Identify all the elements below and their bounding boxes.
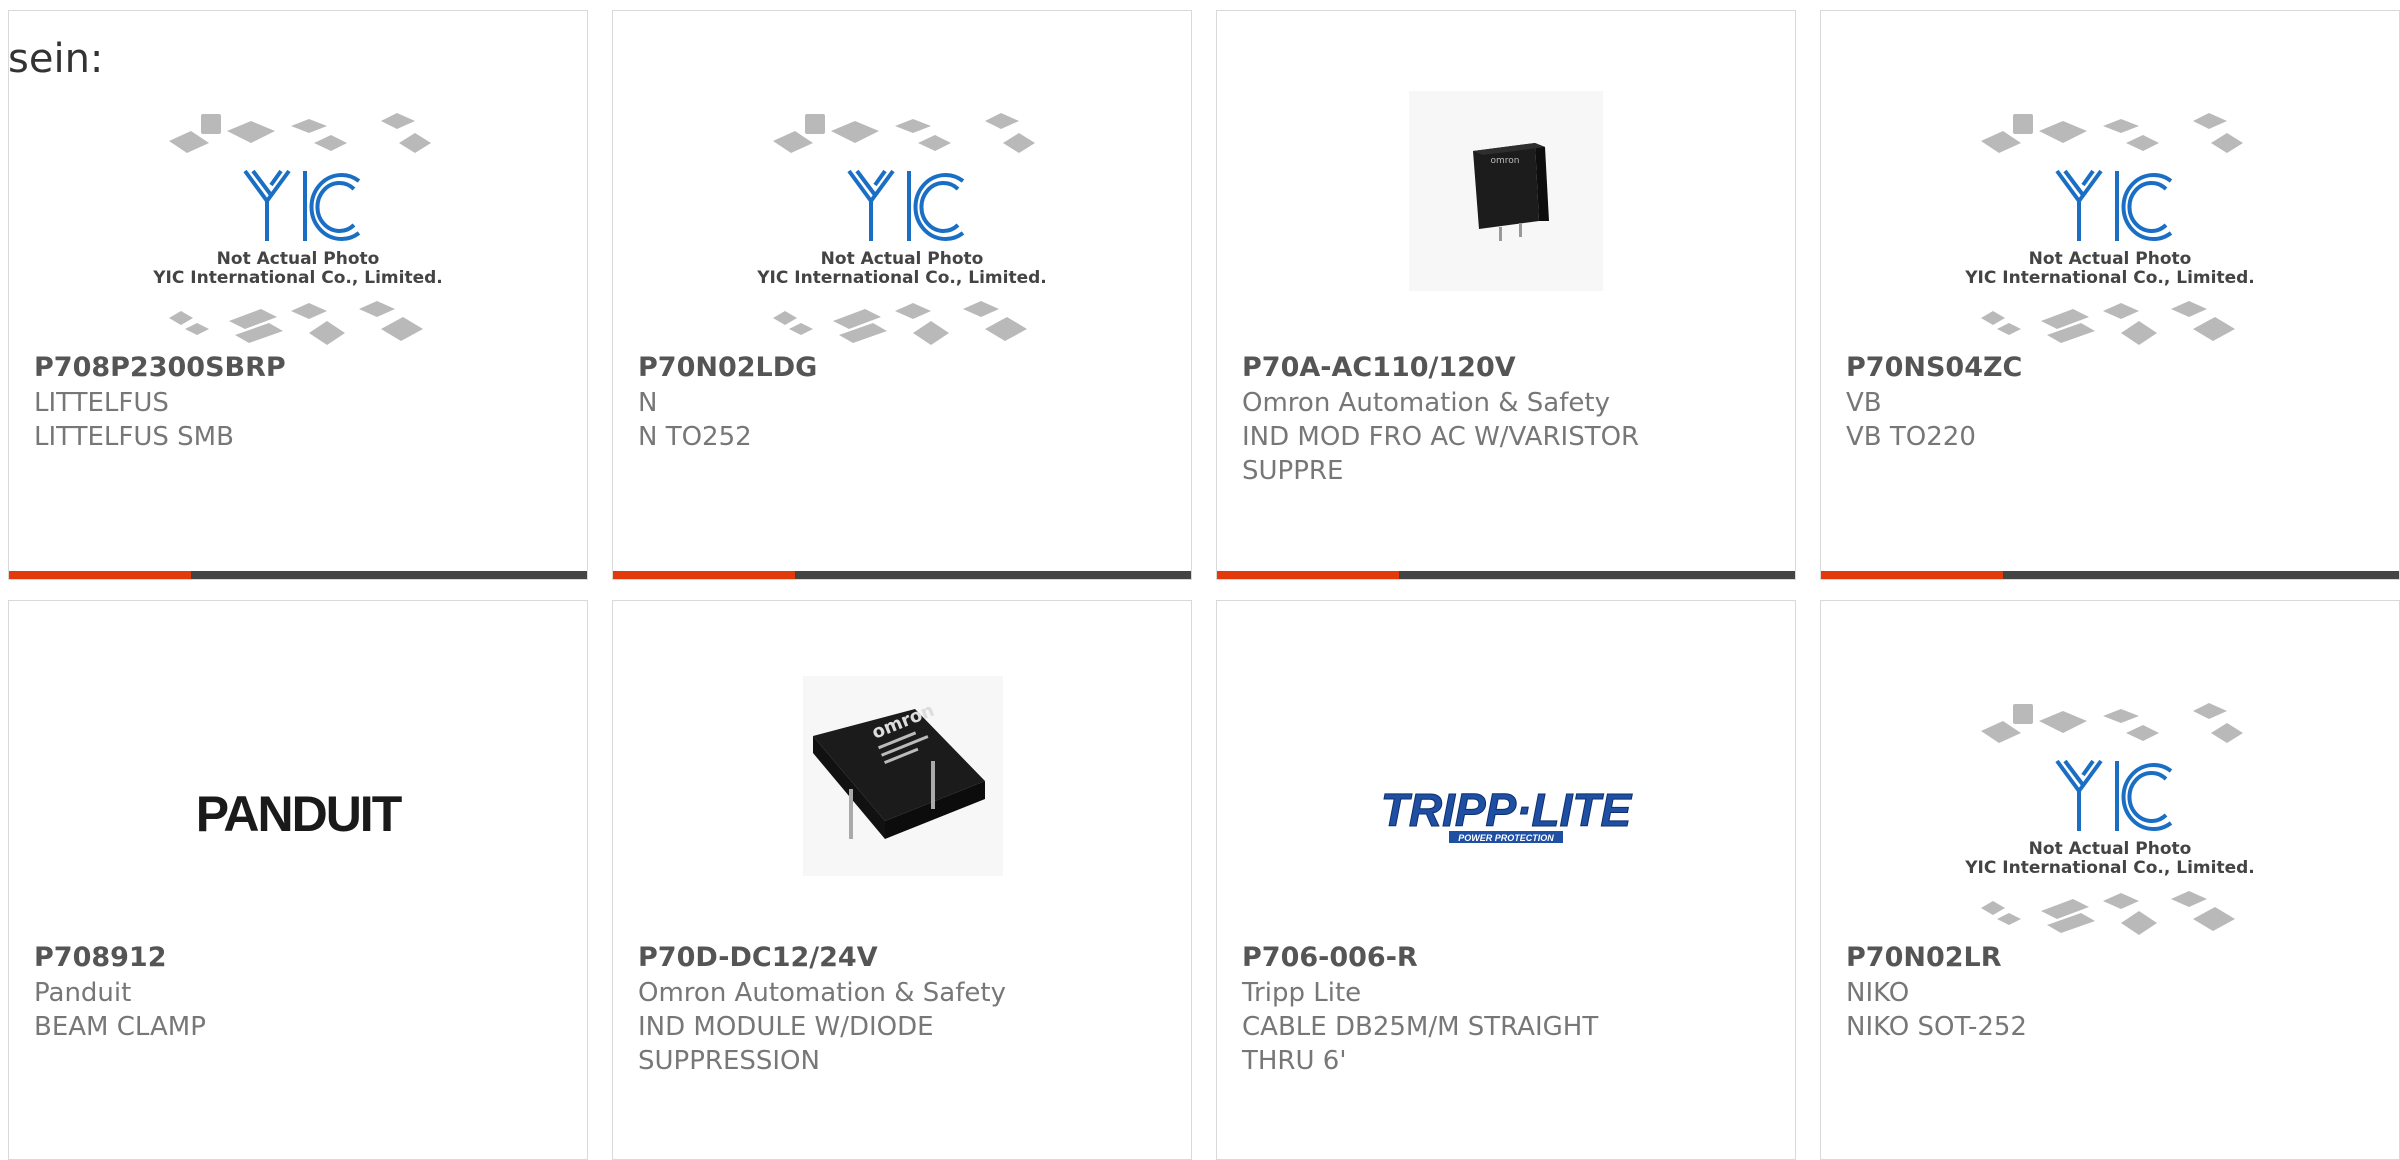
product-card[interactable]: TRIPP·LITE POWER PROTECTION P706-006-R T… <box>1216 600 1796 1160</box>
product-image[interactable]: Not Actual Photo YIC International Co., … <box>1821 71 2399 351</box>
product-card[interactable]: Not Actual Photo YIC International Co., … <box>1820 600 2400 1160</box>
manufacturer: LITTELFUS <box>34 388 169 418</box>
yic-placeholder-image: Not Actual Photo YIC International Co., … <box>1964 703 2255 935</box>
placeholder-caption-2: YIC International Co., Limited. <box>1964 268 2255 288</box>
panduit-logo-image: PANDUIT <box>196 786 404 842</box>
description: NIKO SOT-252 <box>1846 1012 2027 1042</box>
product-card[interactable]: PANDUIT P708912 Panduit BEAM CLAMP <box>8 600 588 1160</box>
yic-placeholder-image: Not Actual Photo YIC International Co., … <box>756 113 1047 345</box>
intro-text: sein: <box>8 36 104 82</box>
description: CABLE DB25M/M STRAIGHT <box>1242 1012 1599 1042</box>
part-number[interactable]: P708912 <box>34 942 167 973</box>
card-bar <box>9 571 587 579</box>
product-card[interactable]: Not Actual Photo YIC International Co., … <box>1820 10 2400 580</box>
omron-relay-small-image: omron <box>1409 91 1603 291</box>
description-line-2: SUPPRE <box>1242 456 1344 486</box>
product-card[interactable]: omron P70D-DC12/24V Omron Automation & S… <box>612 600 1192 1160</box>
description: BEAM CLAMP <box>34 1012 206 1042</box>
tripplite-tagline: POWER PROTECTION <box>1458 833 1554 843</box>
manufacturer: Omron Automation & Safety <box>638 978 1006 1008</box>
part-number[interactable]: P708P2300SBRP <box>34 352 286 383</box>
manufacturer: Tripp Lite <box>1242 978 1362 1008</box>
part-number[interactable]: P70N02LDG <box>638 352 817 383</box>
placeholder-caption-2: YIC International Co., Limited. <box>152 268 443 288</box>
tripplite-logo-image: TRIPP·LITE POWER PROTECTION <box>1380 784 1633 843</box>
product-card[interactable]: Not Actual Photo YIC International Co., … <box>612 10 1192 580</box>
card-bar <box>1821 571 2399 579</box>
yic-placeholder-image: Not Actual Photo YIC International Co., … <box>1964 113 2255 345</box>
product-image[interactable]: omron <box>1217 71 1795 351</box>
card-bar-accent <box>613 571 795 579</box>
panduit-logo: PANDUIT <box>196 786 402 842</box>
part-number[interactable]: P706-006-R <box>1242 942 1418 973</box>
description: VB TO220 <box>1846 422 1976 452</box>
product-image[interactable]: PANDUIT <box>9 661 587 941</box>
manufacturer: N <box>638 388 658 418</box>
placeholder-caption-2: YIC International Co., Limited. <box>756 268 1047 288</box>
part-number[interactable]: P70NS04ZC <box>1846 352 2022 383</box>
card-bar <box>613 571 1191 579</box>
description: IND MOD FRO AC W/VARISTOR <box>1242 422 1640 452</box>
part-number[interactable]: P70D-DC12/24V <box>638 942 878 973</box>
manufacturer: Panduit <box>34 978 132 1008</box>
manufacturer: NIKO <box>1846 978 1910 1008</box>
part-number[interactable]: P70N02LR <box>1846 942 2002 973</box>
placeholder-caption-1: Not Actual Photo <box>217 249 380 269</box>
description-line-2: SUPPRESSION <box>638 1046 820 1076</box>
product-image[interactable]: Not Actual Photo YIC International Co., … <box>9 71 587 351</box>
placeholder-caption-2: YIC International Co., Limited. <box>1964 858 2255 878</box>
description: IND MODULE W/DIODE <box>638 1012 934 1042</box>
placeholder-caption-1: Not Actual Photo <box>821 249 984 269</box>
description: N TO252 <box>638 422 752 452</box>
product-image[interactable]: Not Actual Photo YIC International Co., … <box>613 71 1191 351</box>
product-image[interactable]: Not Actual Photo YIC International Co., … <box>1821 661 2399 941</box>
placeholder-caption-1: Not Actual Photo <box>2029 839 2192 859</box>
product-image[interactable]: omron <box>613 661 1191 941</box>
part-number[interactable]: P70A-AC110/120V <box>1242 352 1516 383</box>
card-bar <box>1217 571 1795 579</box>
product-image[interactable]: TRIPP·LITE POWER PROTECTION <box>1217 661 1795 941</box>
yic-placeholder-image: Not Actual Photo YIC International Co., … <box>152 113 443 345</box>
omron-relay-large-image: omron <box>803 676 1003 876</box>
manufacturer: Omron Automation & Safety <box>1242 388 1610 418</box>
tripplite-logo: TRIPP·LITE <box>1381 784 1633 836</box>
product-card[interactable]: omron P70A-AC110/120V Omron Automation &… <box>1216 10 1796 580</box>
placeholder-caption-1: Not Actual Photo <box>2029 249 2192 269</box>
manufacturer: VB <box>1846 388 1882 418</box>
product-card[interactable]: Not Actual Photo YIC International Co., … <box>8 10 588 580</box>
card-bar-accent <box>1217 571 1399 579</box>
description-line-2: THRU 6' <box>1242 1046 1347 1076</box>
description: LITTELFUS SMB <box>34 422 234 452</box>
omron-mark: omron <box>1491 156 1520 166</box>
card-bar-accent <box>9 571 191 579</box>
card-bar-accent <box>1821 571 2003 579</box>
